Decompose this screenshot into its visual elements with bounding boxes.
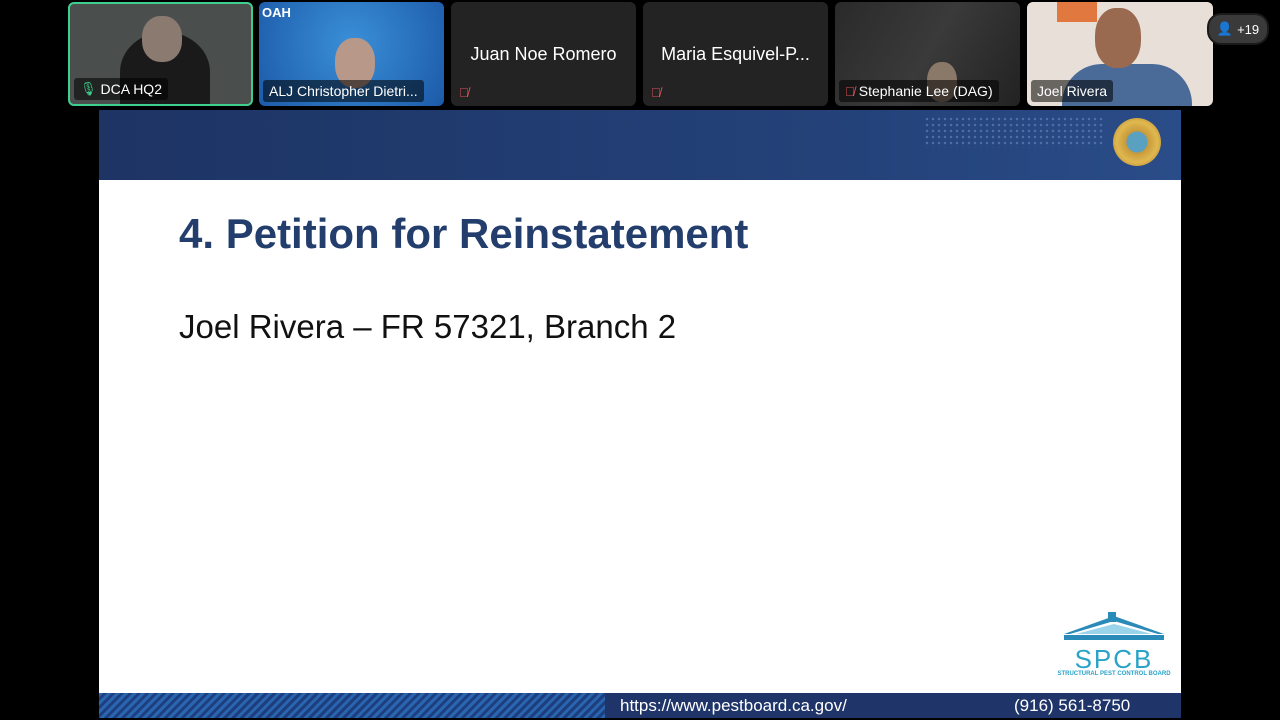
- footer-url: https://www.pestboard.ca.gov/: [620, 696, 847, 715]
- participant-tile-maria[interactable]: Maria Esquivel-P... 🎙̸: [643, 2, 828, 106]
- participant-tile-juan[interactable]: Juan Noe Romero 🎙̸: [451, 2, 636, 106]
- participant-tile-dca-hq2[interactable]: 🎙 DCA HQ2: [68, 2, 253, 106]
- participant-name: DCA HQ2: [100, 81, 162, 97]
- more-participants-button[interactable]: 👤 +19: [1207, 13, 1269, 45]
- more-participants-count: +19: [1237, 21, 1260, 37]
- mic-muted-icon: 🎙̸: [459, 85, 469, 100]
- mic-on-icon: 🎙: [80, 81, 97, 96]
- participant-face: [1095, 8, 1141, 68]
- participant-org-label: OAH: [262, 5, 291, 20]
- mic-muted-icon: 🎙̸: [651, 85, 661, 100]
- person-icon: 👤: [1216, 21, 1234, 36]
- slide-subtitle: Joel Rivera – FR 57321, Branch 2: [179, 308, 677, 345]
- footer-phone: (916) 561-8750: [1014, 696, 1131, 715]
- participant-name: Stephanie Lee (DAG): [858, 83, 993, 99]
- dot-pattern: [924, 116, 1104, 148]
- logo-text: SPCB: [1074, 644, 1154, 674]
- shared-slide: 4. Petition for Reinstatement Joel River…: [99, 110, 1181, 718]
- participant-name: Juan Noe Romero: [470, 44, 617, 64]
- footer-stripes: [99, 693, 605, 718]
- spcb-logo: SPCB STRUCTURAL PEST CONTROL BOARD: [1054, 612, 1174, 677]
- participant-name: Joel Rivera: [1037, 83, 1108, 99]
- participant-face: [142, 16, 182, 62]
- participant-name: ALJ Christopher Dietri...: [269, 83, 418, 99]
- participant-tile-stephanie[interactable]: 🎙̸ Stephanie Lee (DAG): [835, 2, 1020, 106]
- mic-muted-icon: 🎙̸: [845, 83, 855, 99]
- logo-subtext: STRUCTURAL PEST CONTROL BOARD: [1057, 671, 1171, 677]
- participant-tile-alj[interactable]: OAH ALJ Christopher Dietri...: [259, 2, 444, 106]
- participant-tile-joel[interactable]: Joel Rivera: [1027, 2, 1213, 106]
- slide-footer: https://www.pestboard.ca.gov/ (916) 561-…: [99, 693, 1181, 718]
- house-roof-icon: [1064, 612, 1164, 640]
- california-seal-icon: [1113, 118, 1161, 166]
- participant-name: Maria Esquivel-P...: [661, 44, 810, 64]
- wall-decor: [1057, 2, 1097, 22]
- slide-title: 4. Petition for Reinstatement: [179, 210, 749, 257]
